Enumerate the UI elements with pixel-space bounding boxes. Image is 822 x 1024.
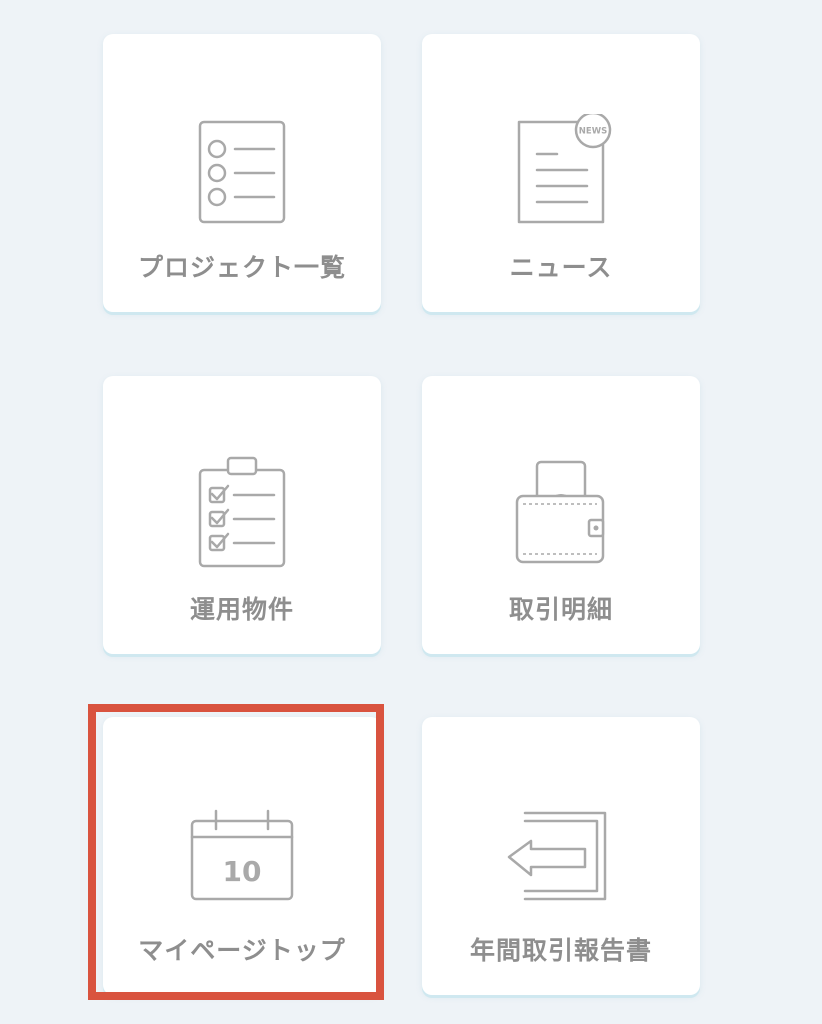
wallet-icon [515,460,605,564]
menu-grid: プロジェクト一覧 NEWS ニュース 運用物件 取引明細 10 マイページトップ… [0,0,822,1024]
menu-card-label: 運用物件 [189,595,294,624]
menu-card-label: ニュース [509,253,613,282]
menu-card-label: 年間取引報告書 [469,936,652,965]
menu-card-transaction-details[interactable]: 取引明細 [422,376,700,654]
menu-card-label: プロジェクト一覧 [137,253,346,282]
menu-card-operated-properties[interactable]: 運用物件 [103,376,381,654]
news-document-icon: NEWS [517,114,612,224]
list-icon [198,120,286,224]
calendar-day-number: 10 [223,855,262,888]
menu-card-mypage-top[interactable]: 10 マイページトップ [103,717,381,995]
menu-card-label: 取引明細 [508,595,613,624]
news-badge-text: NEWS [579,127,607,137]
calendar-icon: 10 [190,809,294,901]
menu-card-news[interactable]: NEWS ニュース [422,34,700,312]
return-arrow-icon [507,811,607,901]
menu-card-annual-report[interactable]: 年間取引報告書 [422,717,700,995]
checklist-clipboard-icon [198,456,286,568]
menu-card-project-list[interactable]: プロジェクト一覧 [103,34,381,312]
menu-card-label: マイページトップ [138,936,346,965]
